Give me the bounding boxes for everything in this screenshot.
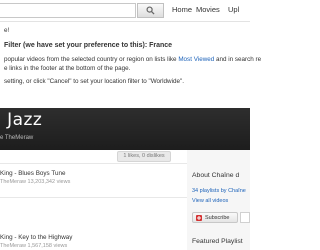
divider <box>0 197 187 198</box>
divider <box>0 163 187 164</box>
notice-title: Filter (we have set your preference to t… <box>4 42 173 49</box>
video-title[interactable]: King - Key to the Highway <box>0 234 72 241</box>
likes-stats: 1 likes, 0 dislikes <box>117 151 171 162</box>
video-title[interactable]: King - Blues Boys Tune <box>0 170 65 177</box>
notice-line-3: popular videos from the selected country… <box>4 56 261 63</box>
channel-title: ' Jazz <box>0 110 43 130</box>
subscribe-icon <box>196 214 202 221</box>
notice-line-5: setting, or click "Cancel" to set your l… <box>4 78 184 85</box>
subscribe-label: Subscribe <box>205 214 230 221</box>
notice-text: popular videos from the selected country… <box>4 56 179 63</box>
topbar-divider <box>0 21 250 22</box>
view-all-videos-link[interactable]: View all videos <box>192 198 228 204</box>
channel-byline[interactable]: e TheMeraw <box>0 135 33 141</box>
most-viewed-link[interactable]: Most Viewed <box>178 56 214 63</box>
top-bar: Home Movies Upl <box>0 0 250 22</box>
notice-greeting: e! <box>4 27 10 34</box>
nav-home[interactable]: Home <box>172 5 192 14</box>
notice-line-4: e links in the footer at the bottom of t… <box>4 65 131 72</box>
nav-movies[interactable]: Movies <box>196 5 220 14</box>
search-icon <box>146 6 155 15</box>
location-notice: e! Filter (we have set your preference t… <box>0 24 261 102</box>
search-button[interactable] <box>137 3 164 18</box>
playlists-link[interactable]: 34 playlists by Chaîne <box>192 188 246 194</box>
search-input[interactable] <box>0 3 136 18</box>
video-meta: TheMeraw 13,203,342 views <box>0 179 71 185</box>
nav-upload[interactable]: Upl <box>228 5 239 14</box>
about-channel-header: About Chaîne d <box>192 172 240 179</box>
subscribe-button[interactable]: Subscribe <box>192 212 238 223</box>
featured-playlist-header: Featured Playlist <box>192 238 243 245</box>
video-meta: TheMeraw 1,567,158 views <box>0 243 68 249</box>
notice-text: and in search re <box>214 56 262 63</box>
subscriber-count <box>240 212 250 223</box>
